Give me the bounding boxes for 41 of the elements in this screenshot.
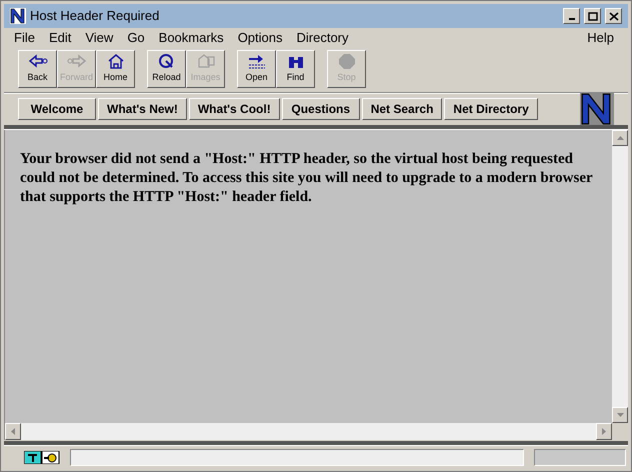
minimize-icon — [568, 18, 574, 20]
menu-item[interactable]: Edit — [48, 28, 72, 48]
toolbar-button[interactable]: Reload — [147, 50, 186, 88]
vertical-scrollbar[interactable] — [612, 130, 628, 423]
left-arrow-icon — [28, 53, 48, 70]
menu-item[interactable]: Bookmarks — [158, 28, 224, 48]
directory-button[interactable]: What's Cool! — [188, 98, 280, 120]
window-title: Host Header Required — [30, 7, 160, 26]
up-arrow-icon — [616, 136, 624, 140]
toolbar-button[interactable]: Open — [237, 50, 276, 88]
maximize-button[interactable] — [584, 8, 601, 24]
open-icon — [246, 53, 266, 70]
directory-button[interactable]: What's New! — [98, 98, 187, 120]
right-arrow-icon — [66, 53, 86, 70]
error-message: Your browser did not send a "Host:" HTTP header, so the virtual host being requested could not be determined. To access this site you will need to upgrade to a modern browser that supports the HTTP "Host:" header field. — [20, 150, 594, 207]
house-icon — [106, 53, 126, 70]
menu-item[interactable]: View — [85, 28, 114, 48]
logo-icon — [10, 8, 26, 24]
stop-icon — [336, 53, 356, 70]
menu-item[interactable]: Directory — [296, 28, 349, 48]
menu-item[interactable]: Help — [587, 28, 614, 48]
horizontal-scrollbar[interactable] — [5, 423, 612, 440]
minimize-button[interactable] — [563, 8, 580, 24]
toolbar-button[interactable]: Find — [276, 50, 315, 88]
right-arrow-icon — [602, 428, 606, 435]
directory-button[interactable]: Questions — [282, 98, 360, 120]
directory-button[interactable]: Net Search — [362, 98, 442, 120]
menu-item[interactable]: Options — [238, 28, 282, 48]
security-key-icon — [24, 450, 60, 464]
left-arrow-icon — [11, 428, 15, 435]
directory-button[interactable]: Welcome — [18, 98, 96, 120]
close-button[interactable] — [605, 8, 622, 24]
toolbar-button[interactable]: Back — [18, 50, 57, 88]
images-icon — [196, 53, 216, 70]
down-arrow-icon — [616, 413, 624, 417]
close-icon — [608, 12, 618, 20]
toolbar-button[interactable]: Home — [96, 50, 135, 88]
menu-item[interactable]: Go — [127, 28, 145, 48]
directory-button[interactable]: Net Directory — [444, 98, 538, 120]
menu-item[interactable]: File — [14, 28, 35, 48]
maximize-icon — [588, 12, 598, 20]
